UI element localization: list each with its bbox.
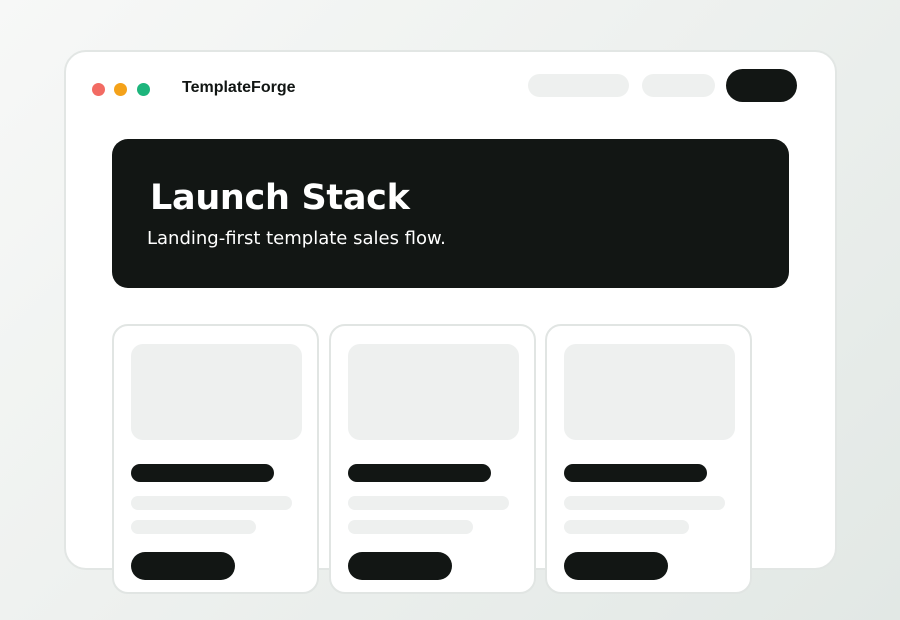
card-thumbnail xyxy=(348,344,519,440)
card-text-line xyxy=(564,496,725,510)
card-action-button[interactable] xyxy=(564,552,668,580)
template-card-2[interactable] xyxy=(329,324,536,594)
card-thumbnail xyxy=(564,344,735,440)
card-text-line xyxy=(131,520,256,534)
card-title-placeholder xyxy=(564,464,707,482)
template-card-3[interactable] xyxy=(545,324,752,594)
card-thumbnail xyxy=(131,344,302,440)
template-card-1[interactable] xyxy=(112,324,319,594)
nav-cta-button[interactable] xyxy=(726,69,797,102)
card-text-line xyxy=(564,520,689,534)
card-title-placeholder xyxy=(131,464,274,482)
hero-subtitle: Landing-first template sales flow. xyxy=(147,228,446,249)
card-action-button[interactable] xyxy=(348,552,452,580)
window-maximize-dot[interactable] xyxy=(137,83,150,96)
card-text-line xyxy=(131,496,292,510)
window-minimize-dot[interactable] xyxy=(114,83,127,96)
nav-link-placeholder-1[interactable] xyxy=(528,74,629,97)
card-text-line xyxy=(348,496,509,510)
brand-name[interactable]: TemplateForge xyxy=(182,78,296,98)
card-action-button[interactable] xyxy=(131,552,235,580)
hero-title: Launch Stack xyxy=(150,178,410,218)
card-title-placeholder xyxy=(348,464,491,482)
window-close-dot[interactable] xyxy=(92,83,105,96)
nav-link-placeholder-2[interactable] xyxy=(642,74,715,97)
card-text-line xyxy=(348,520,473,534)
